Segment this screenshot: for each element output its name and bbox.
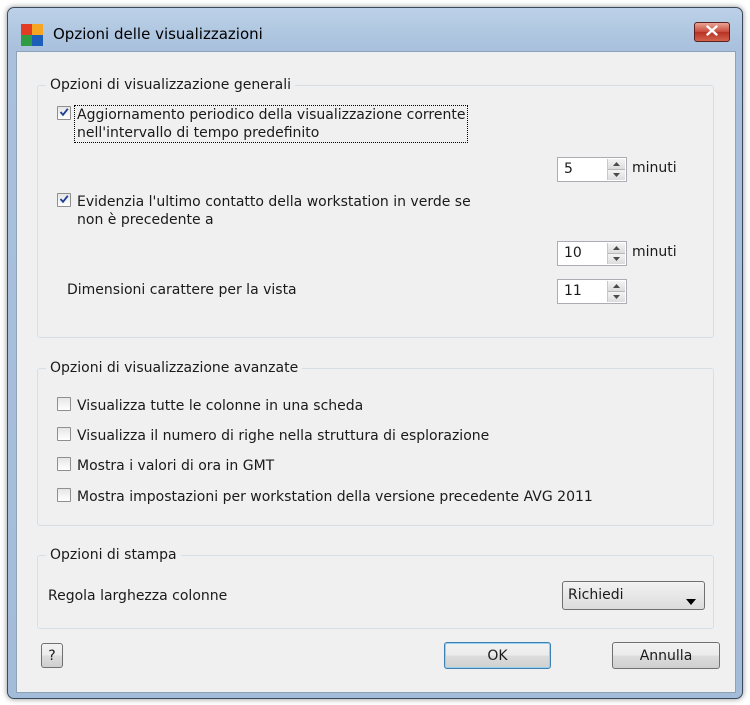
dialog-window: Opzioni delle visualizzazioni Opzioni di… [7, 7, 743, 699]
show-all-columns-option[interactable]: Visualizza tutte le colonne in una sched… [57, 397, 363, 415]
help-button[interactable]: ? [41, 643, 63, 668]
chevron-down-icon [686, 593, 696, 609]
group-legend: Opzioni di visualizzazione generali [46, 76, 295, 94]
spin-up-icon[interactable] [608, 243, 625, 253]
spin-up-icon[interactable] [608, 281, 625, 291]
group-legend: Opzioni di visualizzazione avanzate [46, 359, 303, 377]
close-icon [706, 24, 718, 40]
spin-buttons [607, 159, 625, 180]
font-size-label: Dimensioni carattere per la vista [67, 282, 297, 298]
avg-logo-icon [21, 24, 43, 46]
show-row-count-label: Visualizza il numero di righe nella stru… [77, 428, 490, 444]
show-gmt-option[interactable]: Mostra i valori di ora in GMT [57, 457, 274, 475]
spin-down-icon[interactable] [608, 291, 625, 302]
show-gmt-checkbox[interactable] [57, 457, 71, 471]
spin-up-icon[interactable] [608, 159, 625, 169]
title-bar[interactable]: Opzioni delle visualizzazioni [8, 8, 742, 48]
show-all-columns-label: Visualizza tutte le colonne in una sched… [77, 398, 364, 414]
spin-down-icon[interactable] [608, 169, 625, 180]
show-row-count-option[interactable]: Visualizza il numero di righe nella stru… [57, 427, 489, 445]
column-width-label: Regola larghezza colonne [48, 588, 228, 604]
cancel-button-label: Annulla [639, 647, 693, 664]
highlight-contact-option[interactable]: Evidenzia l'ultimo contatto della workst… [57, 193, 471, 229]
general-options-group: Opzioni di visualizzazione generali Aggi… [37, 76, 714, 338]
group-legend: Opzioni di stampa [46, 546, 181, 564]
spin-down-icon[interactable] [608, 253, 625, 264]
close-button[interactable] [694, 22, 730, 42]
show-all-columns-checkbox[interactable] [57, 397, 71, 411]
dialog-client-area: Opzioni di visualizzazione generali Aggi… [16, 51, 736, 693]
periodic-update-label: Aggiornamento periodico della visualizza… [73, 105, 469, 143]
spinner-value: 5 [564, 161, 573, 177]
window-title: Opzioni delle visualizzazioni [53, 25, 263, 43]
help-button-label: ? [48, 647, 56, 664]
show-gmt-label: Mostra i valori di ora in GMT [77, 458, 275, 474]
label-line: Evidenzia l'ultimo contatto della workst… [77, 194, 471, 210]
spin-buttons [607, 243, 625, 264]
checkmark-icon [59, 105, 69, 121]
label-line: non è precedente a [77, 212, 214, 228]
contact-age-spinner[interactable]: 10 [557, 241, 627, 266]
spinner-value: 10 [564, 245, 582, 261]
ok-button[interactable]: OK [444, 642, 551, 669]
update-interval-spinner[interactable]: 5 [557, 157, 627, 182]
font-size-spinner[interactable]: 11 [557, 279, 627, 304]
show-legacy-settings-option[interactable]: Mostra impostazioni per workstation dell… [57, 488, 593, 506]
label-line: Aggiornamento periodico della visualizza… [77, 107, 466, 123]
periodic-update-checkbox[interactable] [57, 106, 71, 120]
cancel-button[interactable]: Annulla [612, 642, 720, 669]
spinner-value: 11 [564, 283, 582, 299]
highlight-contact-checkbox[interactable] [57, 193, 71, 207]
highlight-contact-label: Evidenzia l'ultimo contatto della workst… [77, 193, 471, 229]
spin-buttons [607, 281, 625, 302]
update-interval-unit: minuti [632, 160, 677, 176]
checkmark-icon [59, 192, 69, 208]
show-row-count-checkbox[interactable] [57, 427, 71, 441]
label-line: nell'intervallo di tempo predefinito [77, 125, 320, 141]
show-legacy-settings-checkbox[interactable] [57, 488, 71, 502]
show-legacy-settings-label: Mostra impostazioni per workstation dell… [77, 489, 593, 505]
column-width-value: Richiedi [568, 587, 624, 603]
advanced-options-group: Opzioni di visualizzazione avanzate Visu… [37, 359, 714, 526]
contact-age-unit: minuti [632, 244, 677, 260]
periodic-update-option[interactable]: Aggiornamento periodico della visualizza… [57, 105, 469, 143]
column-width-select[interactable]: Richiedi [562, 581, 705, 610]
ok-button-label: OK [487, 647, 508, 664]
